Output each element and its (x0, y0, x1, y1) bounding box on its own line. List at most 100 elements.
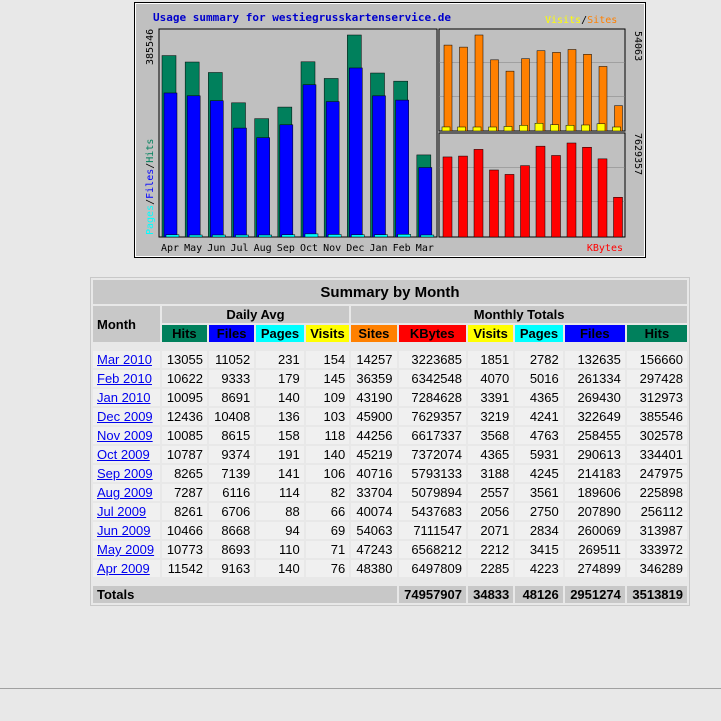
usage-chart-svg: Usage summary for westiegrusskartenservi… (135, 3, 645, 257)
pages-bar (304, 233, 319, 238)
value-cell: 3188 (468, 465, 514, 482)
total-col-pages: Pages (515, 325, 563, 342)
month-cell: Apr 2009 (93, 560, 160, 577)
sites-bar (536, 50, 546, 132)
value-cell: 69 (305, 522, 350, 539)
month-label: Aug (254, 243, 272, 254)
value-cell: 4365 (515, 389, 563, 406)
month-cell: Aug 2009 (93, 484, 160, 501)
month-label: Nov (323, 243, 341, 254)
value-cell: 214183 (564, 465, 625, 482)
table-row: Jul 2009 8261 6706 88 66 40074 5437683 2056 2750… (93, 503, 687, 520)
month-cell: Dec 2009 (93, 408, 160, 425)
value-cell: 6116 (208, 484, 255, 501)
total-col-visits: Visits (468, 325, 514, 342)
pages-bar (235, 234, 249, 238)
month-cell: Feb 2010 (93, 370, 160, 387)
value-cell: 44256 (351, 427, 397, 444)
value-cell: 140 (256, 389, 304, 406)
value-cell: 322649 (564, 408, 625, 425)
value-cell: 10466 (161, 522, 207, 539)
files-bar (163, 92, 178, 238)
total-col-files: Files (564, 325, 625, 342)
table-row: Nov 2009 10085 8615 158 118 44256 6617337 3568 4… (93, 427, 687, 444)
value-cell: 48380 (351, 560, 397, 577)
value-cell: 45219 (351, 446, 397, 463)
month-cell: Nov 2009 (93, 427, 160, 444)
month-link[interactable]: Sep 2009 (97, 466, 153, 481)
kbytes-bar (597, 158, 608, 238)
files-bar (349, 67, 363, 238)
files-bar (210, 100, 224, 238)
value-cell: 43190 (351, 389, 397, 406)
month-link[interactable]: Jan 2010 (97, 390, 151, 405)
month-link[interactable]: Aug 2009 (97, 485, 153, 500)
value-cell: 269430 (564, 389, 625, 406)
pages-bar (258, 234, 272, 238)
month-link[interactable]: Mar 2010 (97, 352, 152, 367)
month-link[interactable]: Dec 2009 (97, 409, 153, 424)
month-link[interactable]: May 2009 (97, 542, 154, 557)
value-cell: 118 (305, 427, 350, 444)
month-link[interactable]: Apr 2009 (97, 561, 150, 576)
column-header-row: Hits Files Pages Visits Sites KBytes Visits Pag… (93, 325, 687, 342)
table-row: Mar 2010 13055 11052 231 154 14257 3223685 1851… (93, 351, 687, 368)
value-cell: 136 (256, 408, 304, 425)
month-link[interactable]: Feb 2010 (97, 371, 152, 386)
month-cell: Oct 2009 (93, 446, 160, 463)
month-link[interactable]: Jul 2009 (97, 504, 146, 519)
ylabel-files: Files (145, 169, 156, 199)
month-link[interactable]: Jun 2009 (97, 523, 151, 538)
sites-y-max-label: 54063 (632, 31, 643, 61)
value-cell: 110 (256, 541, 304, 558)
value-cell: 385546 (626, 408, 687, 425)
value-cell: 76 (305, 560, 350, 577)
pages-bar (420, 234, 435, 238)
kbytes-bar (458, 155, 468, 238)
value-cell: 312973 (626, 389, 687, 406)
pages-bar (212, 234, 226, 238)
value-cell: 3415 (515, 541, 563, 558)
files-bar (395, 99, 409, 238)
daily-avg-header: Daily Avg (161, 306, 350, 323)
month-link[interactable]: Oct 2009 (97, 447, 150, 462)
value-cell: 10095 (161, 389, 207, 406)
kbytes-legend: KBytes (587, 243, 623, 254)
value-cell: 114 (256, 484, 304, 501)
month-cell: Jun 2009 (93, 522, 160, 539)
value-cell: 2285 (468, 560, 514, 577)
value-cell: 189606 (564, 484, 625, 501)
files-bar (186, 95, 201, 238)
month-link[interactable]: Nov 2009 (97, 428, 153, 443)
value-cell: 7629357 (398, 408, 466, 425)
value-cell: 10622 (161, 370, 207, 387)
value-cell: 4365 (468, 446, 514, 463)
value-cell: 109 (305, 389, 350, 406)
value-cell: 158 (256, 427, 304, 444)
visits-bar (503, 126, 513, 132)
table-row: Feb 2010 10622 9333 179 145 36359 6342548 4070 5… (93, 370, 687, 387)
value-cell: 258455 (564, 427, 625, 444)
value-cell: 191 (256, 446, 304, 463)
value-cell: 7372074 (398, 446, 466, 463)
legend-visits: Visits (545, 15, 581, 26)
visits-bar (472, 126, 482, 132)
chart-title: Usage summary for westiegrusskartenservi… (153, 11, 451, 24)
month-cell: May 2009 (93, 541, 160, 558)
monthly-totals-header: Monthly Totals (351, 306, 687, 323)
table-row: Jun 2009 10466 8668 94 69 54063 7111547 2071 283… (93, 522, 687, 539)
value-cell: 9374 (208, 446, 255, 463)
table-row: Oct 2009 10787 9374 191 140 45219 7372074 4365 5… (93, 446, 687, 463)
spacer-row (93, 579, 687, 584)
value-cell: 2750 (515, 503, 563, 520)
value-cell: 2834 (515, 522, 563, 539)
visits-bar (596, 123, 606, 132)
table-body: Mar 2010 13055 11052 231 154 14257 3223685 1851… (93, 344, 687, 603)
value-cell: 290613 (564, 446, 625, 463)
value-cell: 313987 (626, 522, 687, 539)
pages-bar (374, 234, 388, 238)
value-cell: 10773 (161, 541, 207, 558)
value-cell: 8668 (208, 522, 255, 539)
value-cell: 54063 (351, 522, 397, 539)
visits-bar (534, 122, 544, 132)
